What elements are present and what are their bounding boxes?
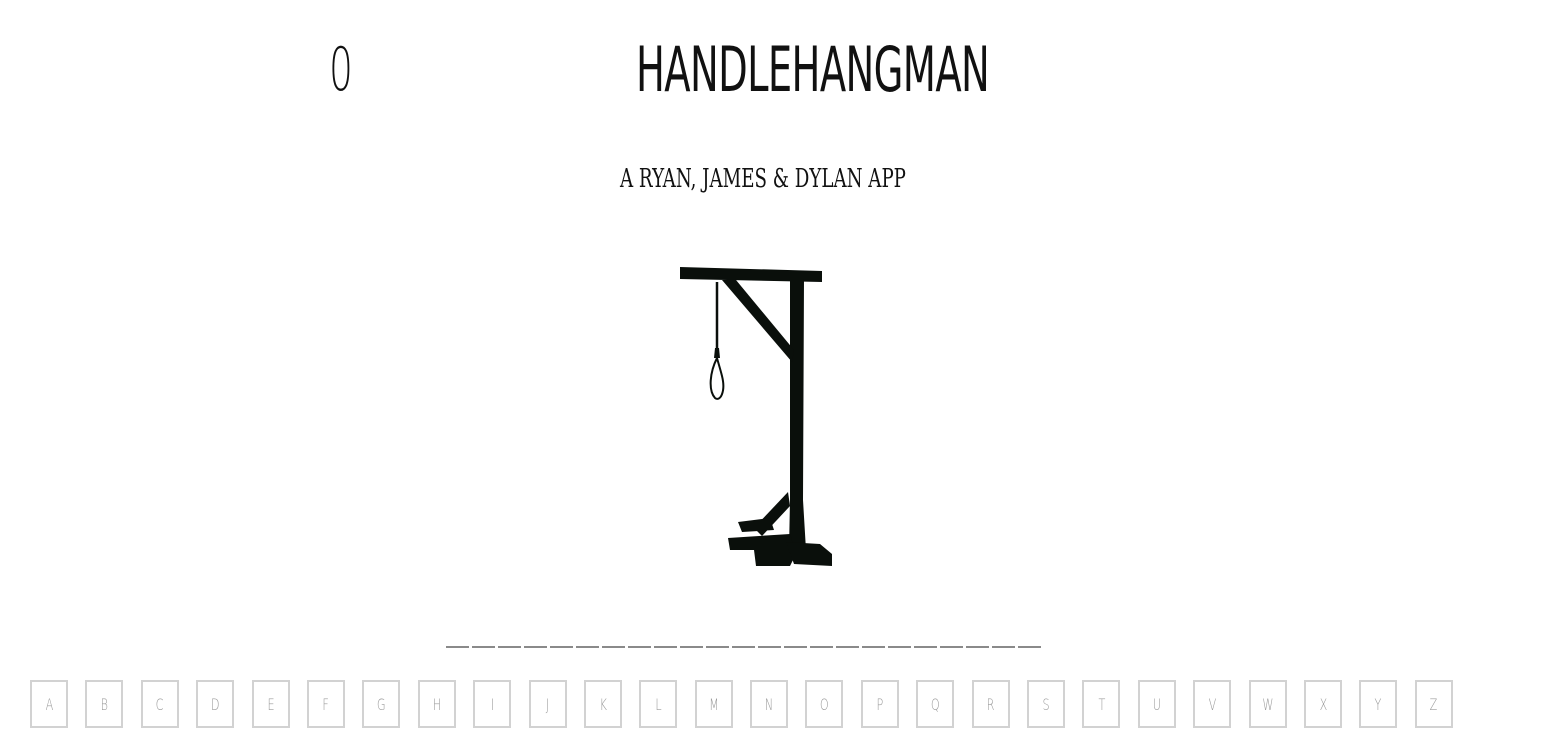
word-blank: [1018, 636, 1041, 648]
letter-label: R: [986, 694, 995, 714]
letter-button-w[interactable]: W: [1248, 680, 1287, 728]
letter-label: F: [322, 694, 330, 714]
letter-label: H: [432, 694, 441, 714]
letter-label: C: [155, 694, 164, 714]
letter-button-r[interactable]: R: [971, 680, 1010, 728]
letter-label: I: [490, 694, 494, 714]
letter-label: M: [708, 694, 719, 714]
letter-button-q[interactable]: Q: [916, 680, 955, 728]
letter-keyboard: A B C D E F G H I J K L M N O P Q R S T U V W X Y Z: [30, 680, 1453, 728]
word-blank: [914, 636, 937, 648]
word-blank: [628, 636, 651, 648]
page-title: HANDLEHANGMAN: [636, 33, 990, 106]
letter-label: V: [1208, 694, 1217, 714]
letter-button-m[interactable]: M: [694, 680, 733, 728]
letter-label: G: [377, 694, 386, 714]
word-blank: [966, 636, 989, 648]
letter-button-g[interactable]: G: [362, 680, 401, 728]
letter-button-s[interactable]: S: [1027, 680, 1066, 728]
letter-label: U: [1152, 694, 1161, 714]
letter-button-a[interactable]: A: [30, 680, 68, 728]
letter-label: J: [545, 694, 550, 714]
word-blank: [472, 636, 495, 648]
letter-label: Q: [930, 694, 940, 714]
letter-label: S: [1042, 694, 1050, 714]
word-blank: [888, 636, 911, 648]
word-blank: [550, 636, 573, 648]
word-blank: [498, 636, 521, 648]
letter-button-e[interactable]: E: [251, 680, 290, 728]
gallows-image: [680, 267, 832, 566]
letter-label: L: [655, 694, 662, 714]
letter-button-c[interactable]: C: [140, 680, 179, 728]
word-blank: [940, 636, 963, 648]
letter-button-d[interactable]: D: [196, 680, 235, 728]
letter-label: Y: [1374, 694, 1382, 714]
word-blank: [836, 636, 859, 648]
letter-button-o[interactable]: O: [805, 680, 844, 728]
letter-label: P: [876, 694, 884, 714]
letter-label: N: [764, 694, 774, 714]
letter-button-y[interactable]: Y: [1359, 680, 1398, 728]
letter-label: T: [1097, 694, 1105, 714]
letter-label: K: [599, 694, 607, 714]
word-blank: [654, 636, 677, 648]
letter-button-b[interactable]: B: [85, 680, 124, 728]
hangman-page: 0 HANDLEHANGMAN A RYAN, JAMES & DYLAN AP…: [0, 0, 1563, 751]
letter-label: B: [100, 694, 109, 714]
letter-label: E: [267, 694, 275, 714]
word-blank: [784, 636, 807, 648]
letter-button-v[interactable]: V: [1193, 680, 1232, 728]
word-blank: [732, 636, 755, 648]
letter-button-x[interactable]: X: [1303, 680, 1342, 728]
word-blank: [576, 636, 599, 648]
letter-button-h[interactable]: H: [417, 680, 456, 728]
page-subtitle: A RYAN, JAMES & DYLAN APP: [620, 164, 906, 194]
word-blank: [810, 636, 833, 648]
letter-button-z[interactable]: Z: [1414, 680, 1453, 728]
letter-label: Z: [1429, 694, 1438, 714]
letter-button-l[interactable]: L: [639, 680, 678, 728]
word-blank: [992, 636, 1015, 648]
word-blank: [706, 636, 729, 648]
letter-button-t[interactable]: T: [1082, 680, 1121, 728]
letter-button-j[interactable]: J: [528, 680, 567, 728]
letter-button-f[interactable]: F: [306, 680, 345, 728]
letter-label: O: [820, 694, 829, 714]
letter-button-k[interactable]: K: [583, 680, 622, 728]
letter-button-i[interactable]: I: [473, 680, 512, 728]
letter-label: X: [1319, 694, 1327, 714]
word-blanks: [446, 636, 1041, 648]
word-blank: [758, 636, 781, 648]
score-counter: 0: [329, 35, 353, 105]
letter-button-u[interactable]: U: [1137, 680, 1176, 728]
word-blank: [524, 636, 547, 648]
word-blank: [862, 636, 885, 648]
word-blank: [680, 636, 703, 648]
letter-button-n[interactable]: N: [750, 680, 789, 728]
letter-label: D: [210, 694, 220, 714]
letter-button-p[interactable]: P: [860, 680, 899, 728]
letter-label: W: [1262, 694, 1274, 714]
letter-label: A: [45, 694, 53, 714]
word-blank: [602, 636, 625, 648]
word-blank: [446, 636, 469, 648]
